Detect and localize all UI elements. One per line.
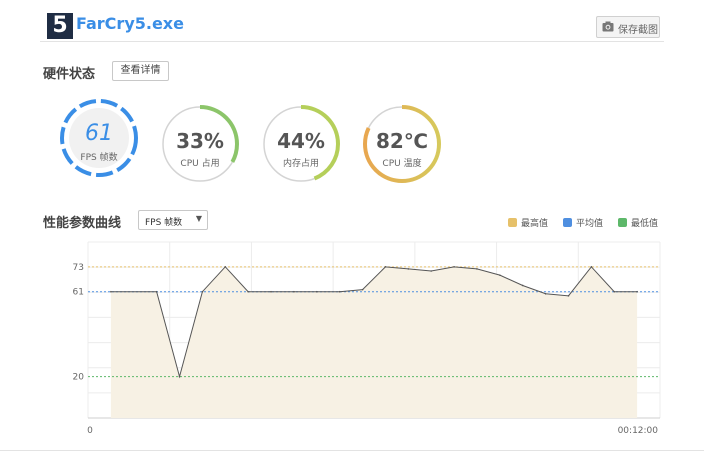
legend-max-label: 最高值 — [521, 219, 549, 229]
chart-point — [270, 290, 272, 293]
chart-point — [384, 266, 387, 268]
chart-point — [590, 266, 593, 268]
app-title: FarCry5.exe — [76, 14, 184, 33]
legend-avg: 平均值 — [563, 216, 603, 229]
x-start-label: 0 — [87, 426, 93, 436]
legend-avg-label: 平均值 — [576, 219, 604, 229]
chart-point — [567, 295, 570, 297]
chart-area-fill — [110, 266, 638, 418]
metric-select-value: FPS 帧数 — [145, 218, 183, 228]
chart-point — [499, 274, 501, 276]
chart-point — [361, 288, 364, 291]
legend-max-swatch — [508, 218, 517, 227]
cpu-temperature-gauge: 82℃ CPU 温度 — [359, 101, 445, 187]
chart-point — [544, 292, 547, 295]
chart-point — [476, 268, 478, 270]
cpu-temperature-value: 82℃ — [375, 129, 429, 153]
chart-point — [224, 266, 227, 268]
chart-point — [613, 290, 616, 293]
header-divider — [40, 41, 664, 42]
fps-gauge-label: FPS 帧数 — [80, 153, 118, 163]
chart-point — [316, 290, 318, 293]
memory-usage-gauge: 44% 内存占用 — [258, 101, 344, 187]
chart-point — [407, 268, 410, 270]
chart-point — [453, 266, 455, 268]
cpu-usage-label: CPU 占用 — [180, 159, 220, 169]
legend-avg-swatch — [563, 218, 572, 227]
legend-min: 最低值 — [618, 216, 658, 229]
save-screenshot-button[interactable]: 保存截图 — [596, 16, 660, 38]
bottom-divider — [0, 450, 704, 451]
legend-min-swatch — [618, 218, 627, 227]
fps-gauge-value: 61 — [85, 121, 113, 146]
view-details-button[interactable]: 查看详情 — [112, 61, 169, 81]
chart-point — [338, 290, 341, 293]
app-logo-icon: 5 — [47, 13, 73, 39]
legend-max: 最高值 — [508, 216, 548, 229]
cpu-temperature-label: CPU 温度 — [382, 159, 422, 169]
metric-select[interactable]: FPS 帧数 ▼ — [138, 210, 208, 230]
chevron-down-icon: ▼ — [195, 214, 202, 223]
chart-point — [155, 290, 158, 293]
save-screenshot-label: 保存截图 — [618, 25, 658, 36]
performance-curve-title: 性能参数曲线 — [43, 216, 122, 231]
chart-point — [110, 290, 112, 293]
chart-point — [521, 284, 524, 287]
chart-point — [178, 375, 181, 378]
x-end-label: 00:12:00 — [618, 426, 659, 436]
y-tick-label: 20 — [73, 373, 85, 383]
memory-usage-value: 44% — [277, 129, 325, 153]
cpu-usage-value: 33% — [176, 129, 224, 153]
camera-icon — [602, 21, 614, 32]
chart-point — [293, 290, 295, 293]
hardware-status-title: 硬件状态 — [43, 67, 96, 82]
fps-gauge: 61 FPS 帧数 — [56, 95, 142, 181]
memory-usage-label: 内存占用 — [282, 159, 319, 169]
chart-point — [430, 270, 433, 272]
cpu-usage-gauge: 33% CPU 占用 — [157, 101, 243, 187]
fps-chart: 73 61 20 0 00:12:00 — [73, 241, 661, 436]
chart-point — [201, 290, 204, 293]
chart-point — [247, 290, 249, 293]
y-tick-label: 61 — [73, 288, 84, 298]
chart-point — [636, 290, 638, 293]
app-header: 5 FarCry5.exe 保存截图 — [0, 0, 704, 42]
legend-min-label: 最低值 — [631, 219, 659, 229]
y-tick-label: 73 — [73, 263, 84, 273]
